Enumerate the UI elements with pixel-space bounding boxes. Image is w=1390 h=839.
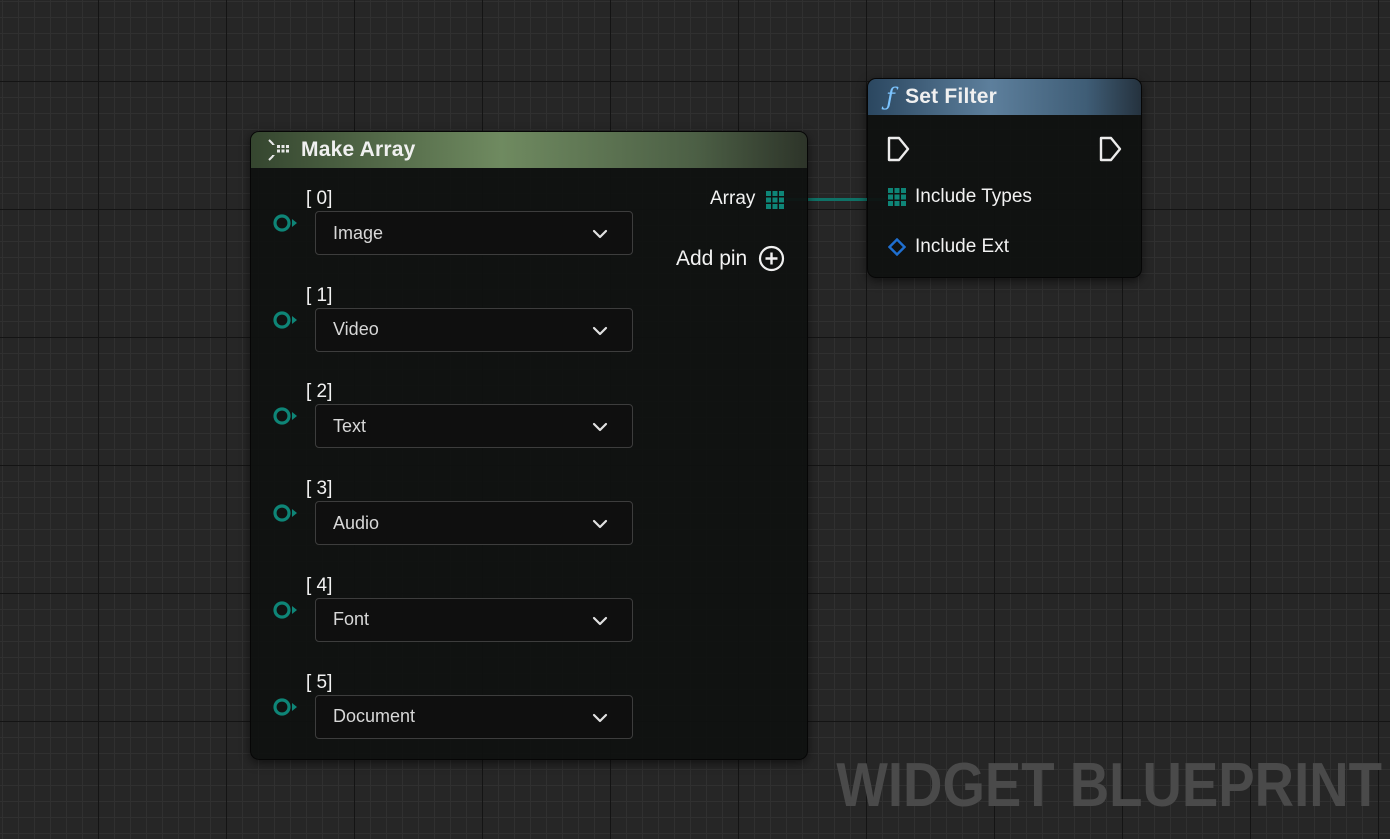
array-item-dropdown[interactable]: Document [315,694,633,739]
chevron-down-icon [592,226,608,242]
array-input-pin[interactable] [273,213,299,233]
array-output-pin[interactable] [766,191,784,209]
include-types-label: Include Types [915,186,1032,207]
dropdown-value: Font [333,609,370,630]
chevron-down-icon [592,613,608,629]
chevron-down-icon [592,516,608,532]
chevron-down-icon [592,323,608,339]
array-item-dropdown[interactable]: Video [315,307,633,352]
set-filter-title: Set Filter [905,85,997,108]
include-types-row[interactable]: Include Types [888,186,1032,208]
blueprint-graph-canvas[interactable]: Make Array Array Add pin [ 0] Image [ 1] Vi… [0,0,1390,839]
array-index-label: [ 3] [306,478,333,500]
make-array-header[interactable]: Make Array [251,132,807,168]
dropdown-value: Document [333,706,416,726]
make-array-node[interactable]: Make Array Array Add pin [ 0] Image [ 1] Vi… [250,131,808,760]
chevron-down-icon [592,419,608,435]
dropdown-value: Audio [333,512,380,533]
include-ext-row[interactable]: Include Ext [888,236,1009,258]
include-ext-label: Include Ext [915,236,1009,257]
array-index-label: [ 4] [306,574,333,596]
function-icon: ƒ [886,83,896,111]
add-pin-label: Add pin [676,246,748,270]
dropdown-value: Video [333,319,379,340]
array-output-label: Array [710,188,756,209]
make-array-icon [267,138,293,162]
array-item-dropdown[interactable]: Audio [315,501,633,546]
array-pin-icon[interactable] [888,188,906,206]
array-input-pin[interactable] [273,503,299,523]
dropdown-value: Image [333,222,384,243]
plus-circle-icon [759,245,785,272]
array-input-pin[interactable] [273,406,299,426]
exec-output-pin[interactable] [1099,136,1123,162]
array-index-label: [ 0] [306,188,333,209]
make-array-title: Make Array [301,138,416,161]
array-input-pin[interactable] [273,697,299,717]
array-input-pin[interactable] [273,600,299,620]
set-filter-header[interactable]: ƒ Set Filter [868,79,1141,115]
array-index-label: [ 5] [306,671,333,693]
array-item-dropdown[interactable]: Font [315,597,633,642]
widget-blueprint-watermark: WIDGET BLUEPRINT [836,751,1382,820]
array-input-pin[interactable] [273,310,299,330]
array-index-label: [ 2] [306,381,333,403]
add-pin-button[interactable]: Add pin [676,245,785,272]
chevron-down-icon [592,710,608,726]
exec-input-pin[interactable] [887,136,911,162]
array-item-dropdown[interactable]: Text [315,404,633,449]
diamond-pin-icon[interactable] [888,238,906,256]
set-filter-node[interactable]: ƒ Set Filter Include Types Include Ext [867,78,1142,278]
array-index-label: [ 1] [306,284,333,306]
dropdown-value: Text [333,415,367,436]
array-item-dropdown[interactable]: Image [315,211,633,255]
